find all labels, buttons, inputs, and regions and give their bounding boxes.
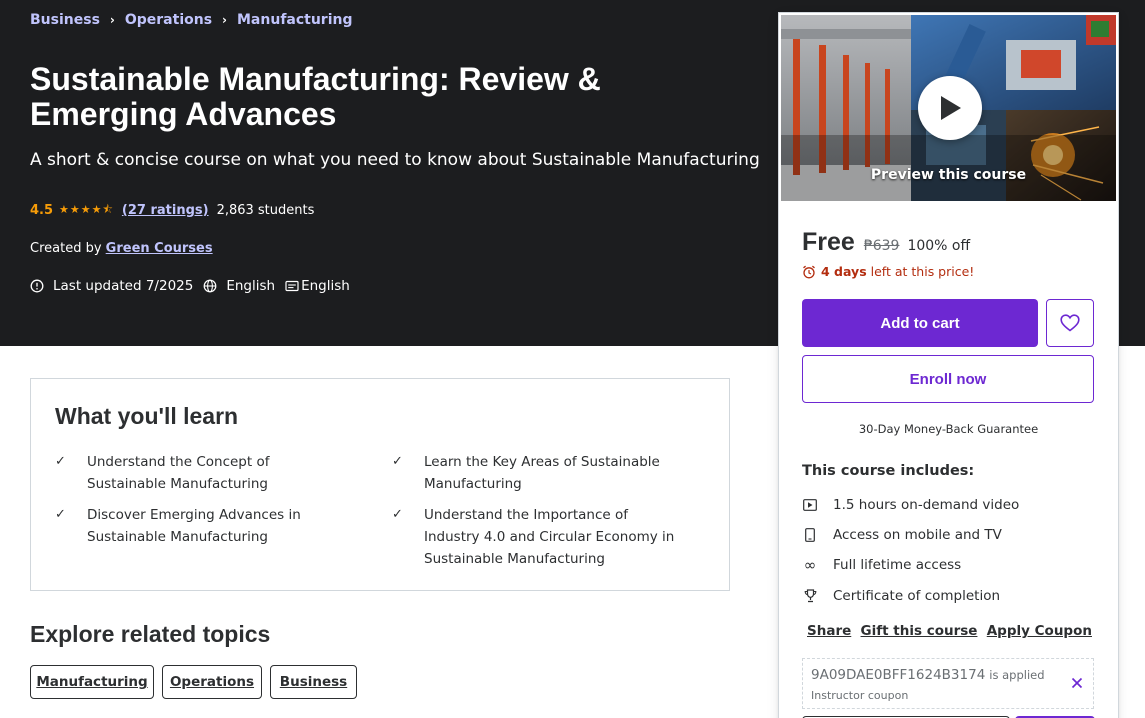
enroll-now-button[interactable]: Enroll now [802,355,1094,403]
purchase-sidebar: Preview this course Free ₱639 100% off 4… [778,12,1119,718]
instructor-link[interactable]: Green Courses [106,241,213,256]
close-icon [1071,677,1083,689]
alert-clock-icon [30,279,44,293]
learn-item: ✓ Understand the Importance of Industry … [392,504,682,570]
check-icon: ✓ [55,454,66,469]
coupon-code: 9A09DAE0BFF1624B3174 [811,667,986,683]
original-price: ₱639 [863,238,900,254]
created-by: Created by Green Courses [30,241,213,256]
chevron-right-icon: › [109,13,115,27]
rating-row: 4.5 ★★★★⯪ (27 ratings) 2,863 students [30,201,314,220]
coupon-code-line: 9A09DAE0BFF1624B3174 is applied [811,667,1045,683]
course-language: English [226,278,276,294]
course-title: Sustainable Manufacturing: Review & Emer… [30,61,601,132]
learn-item-text: Learn the Key Areas of Sustainable Manuf… [424,454,660,492]
wishlist-button[interactable] [1046,299,1094,347]
breadcrumb: Business › Operations › Manufacturing [30,12,353,28]
breadcrumb-business[interactable]: Business [30,12,100,28]
course-meta: Last updated 7/2025 English English [30,278,350,294]
check-icon: ✓ [55,507,66,522]
money-back-guarantee: 30-Day Money-Back Guarantee [858,422,1039,436]
coupon-applied-label: is applied [989,668,1045,682]
discount-percent: 100% off [907,238,971,254]
include-text: Full lifetime access [833,557,962,573]
include-item: Access on mobile and TV [802,527,1002,543]
learn-item-text: Understand the Importance of Industry 4.… [424,507,675,567]
captions-icon [285,280,299,292]
learn-item: ✓ Understand the Concept of Sustainable … [55,451,345,495]
breadcrumb-manufacturing[interactable]: Manufacturing [237,12,353,28]
include-item: ∞ Full lifetime access [802,556,962,574]
chevron-right-icon: › [222,13,227,27]
course-captions: English [301,278,350,294]
course-subtitle: A short & concise course on what you nee… [30,150,760,170]
created-by-label: Created by [30,241,102,256]
preview-label: Preview this course [870,167,1027,183]
include-text: 1.5 hours on-demand video [833,497,1020,513]
price-timer: 4 days left at this price! [802,264,974,279]
topic-business[interactable]: Business [270,665,357,699]
sidebar-links: Share Gift this course Apply Coupon [807,623,1092,639]
timer-text: left at this price! [870,264,975,279]
apply-coupon-link[interactable]: Apply Coupon [987,623,1092,639]
includes-title: This course includes: [802,463,975,479]
include-text: Access on mobile and TV [833,527,1002,543]
course-preview[interactable]: Preview this course [781,15,1116,201]
coupon-type: Instructor coupon [811,689,909,702]
check-icon: ✓ [392,507,403,522]
check-icon: ✓ [392,454,403,469]
learn-item-text: Discover Emerging Advances in Sustainabl… [87,507,301,545]
video-icon [802,497,818,513]
include-item: Certificate of completion [802,588,1000,604]
alarm-clock-icon [803,265,815,278]
what-youll-learn-box: What you'll learn ✓ Understand the Conce… [30,378,730,591]
learn-item-text: Understand the Concept of Sustainable Ma… [87,454,270,492]
learn-title: What you'll learn [55,403,239,429]
gift-course-link[interactable]: Gift this course [861,623,978,639]
applied-coupon: 9A09DAE0BFF1624B3174 is applied Instructo… [802,658,1094,709]
breadcrumb-operations[interactable]: Operations [125,12,212,28]
include-item: 1.5 hours on-demand video [802,497,1019,513]
mobile-icon [802,527,818,543]
ratings-link[interactable]: (27 ratings) [122,203,209,218]
heart-icon [1060,314,1080,332]
students-count: 2,863 students [216,203,315,218]
learn-item: ✓ Learn the Key Areas of Sustainable Man… [392,451,682,495]
explore-topics-title: Explore related topics [30,621,271,647]
star-rating-icon: ★★★★⯪ [59,203,114,216]
topic-manufacturing[interactable]: Manufacturing [30,665,154,699]
learn-item: ✓ Discover Emerging Advances in Sustaina… [55,504,345,548]
include-text: Certificate of completion [833,588,1001,604]
trophy-icon [802,588,818,604]
rating-value: 4.5 [30,203,54,218]
timer-days: 4 days [821,264,867,279]
infinity-icon: ∞ [803,556,817,574]
share-link[interactable]: Share [807,623,851,639]
remove-coupon-button[interactable] [1067,673,1087,693]
last-updated: Last updated 7/2025 [53,278,194,294]
globe-icon [203,279,217,293]
price-row: Free ₱639 100% off [802,228,970,257]
topic-operations[interactable]: Operations [162,665,262,699]
play-button[interactable] [918,76,982,140]
add-to-cart-button[interactable]: Add to cart [802,299,1038,347]
play-icon [941,96,961,120]
current-price: Free [802,228,855,256]
